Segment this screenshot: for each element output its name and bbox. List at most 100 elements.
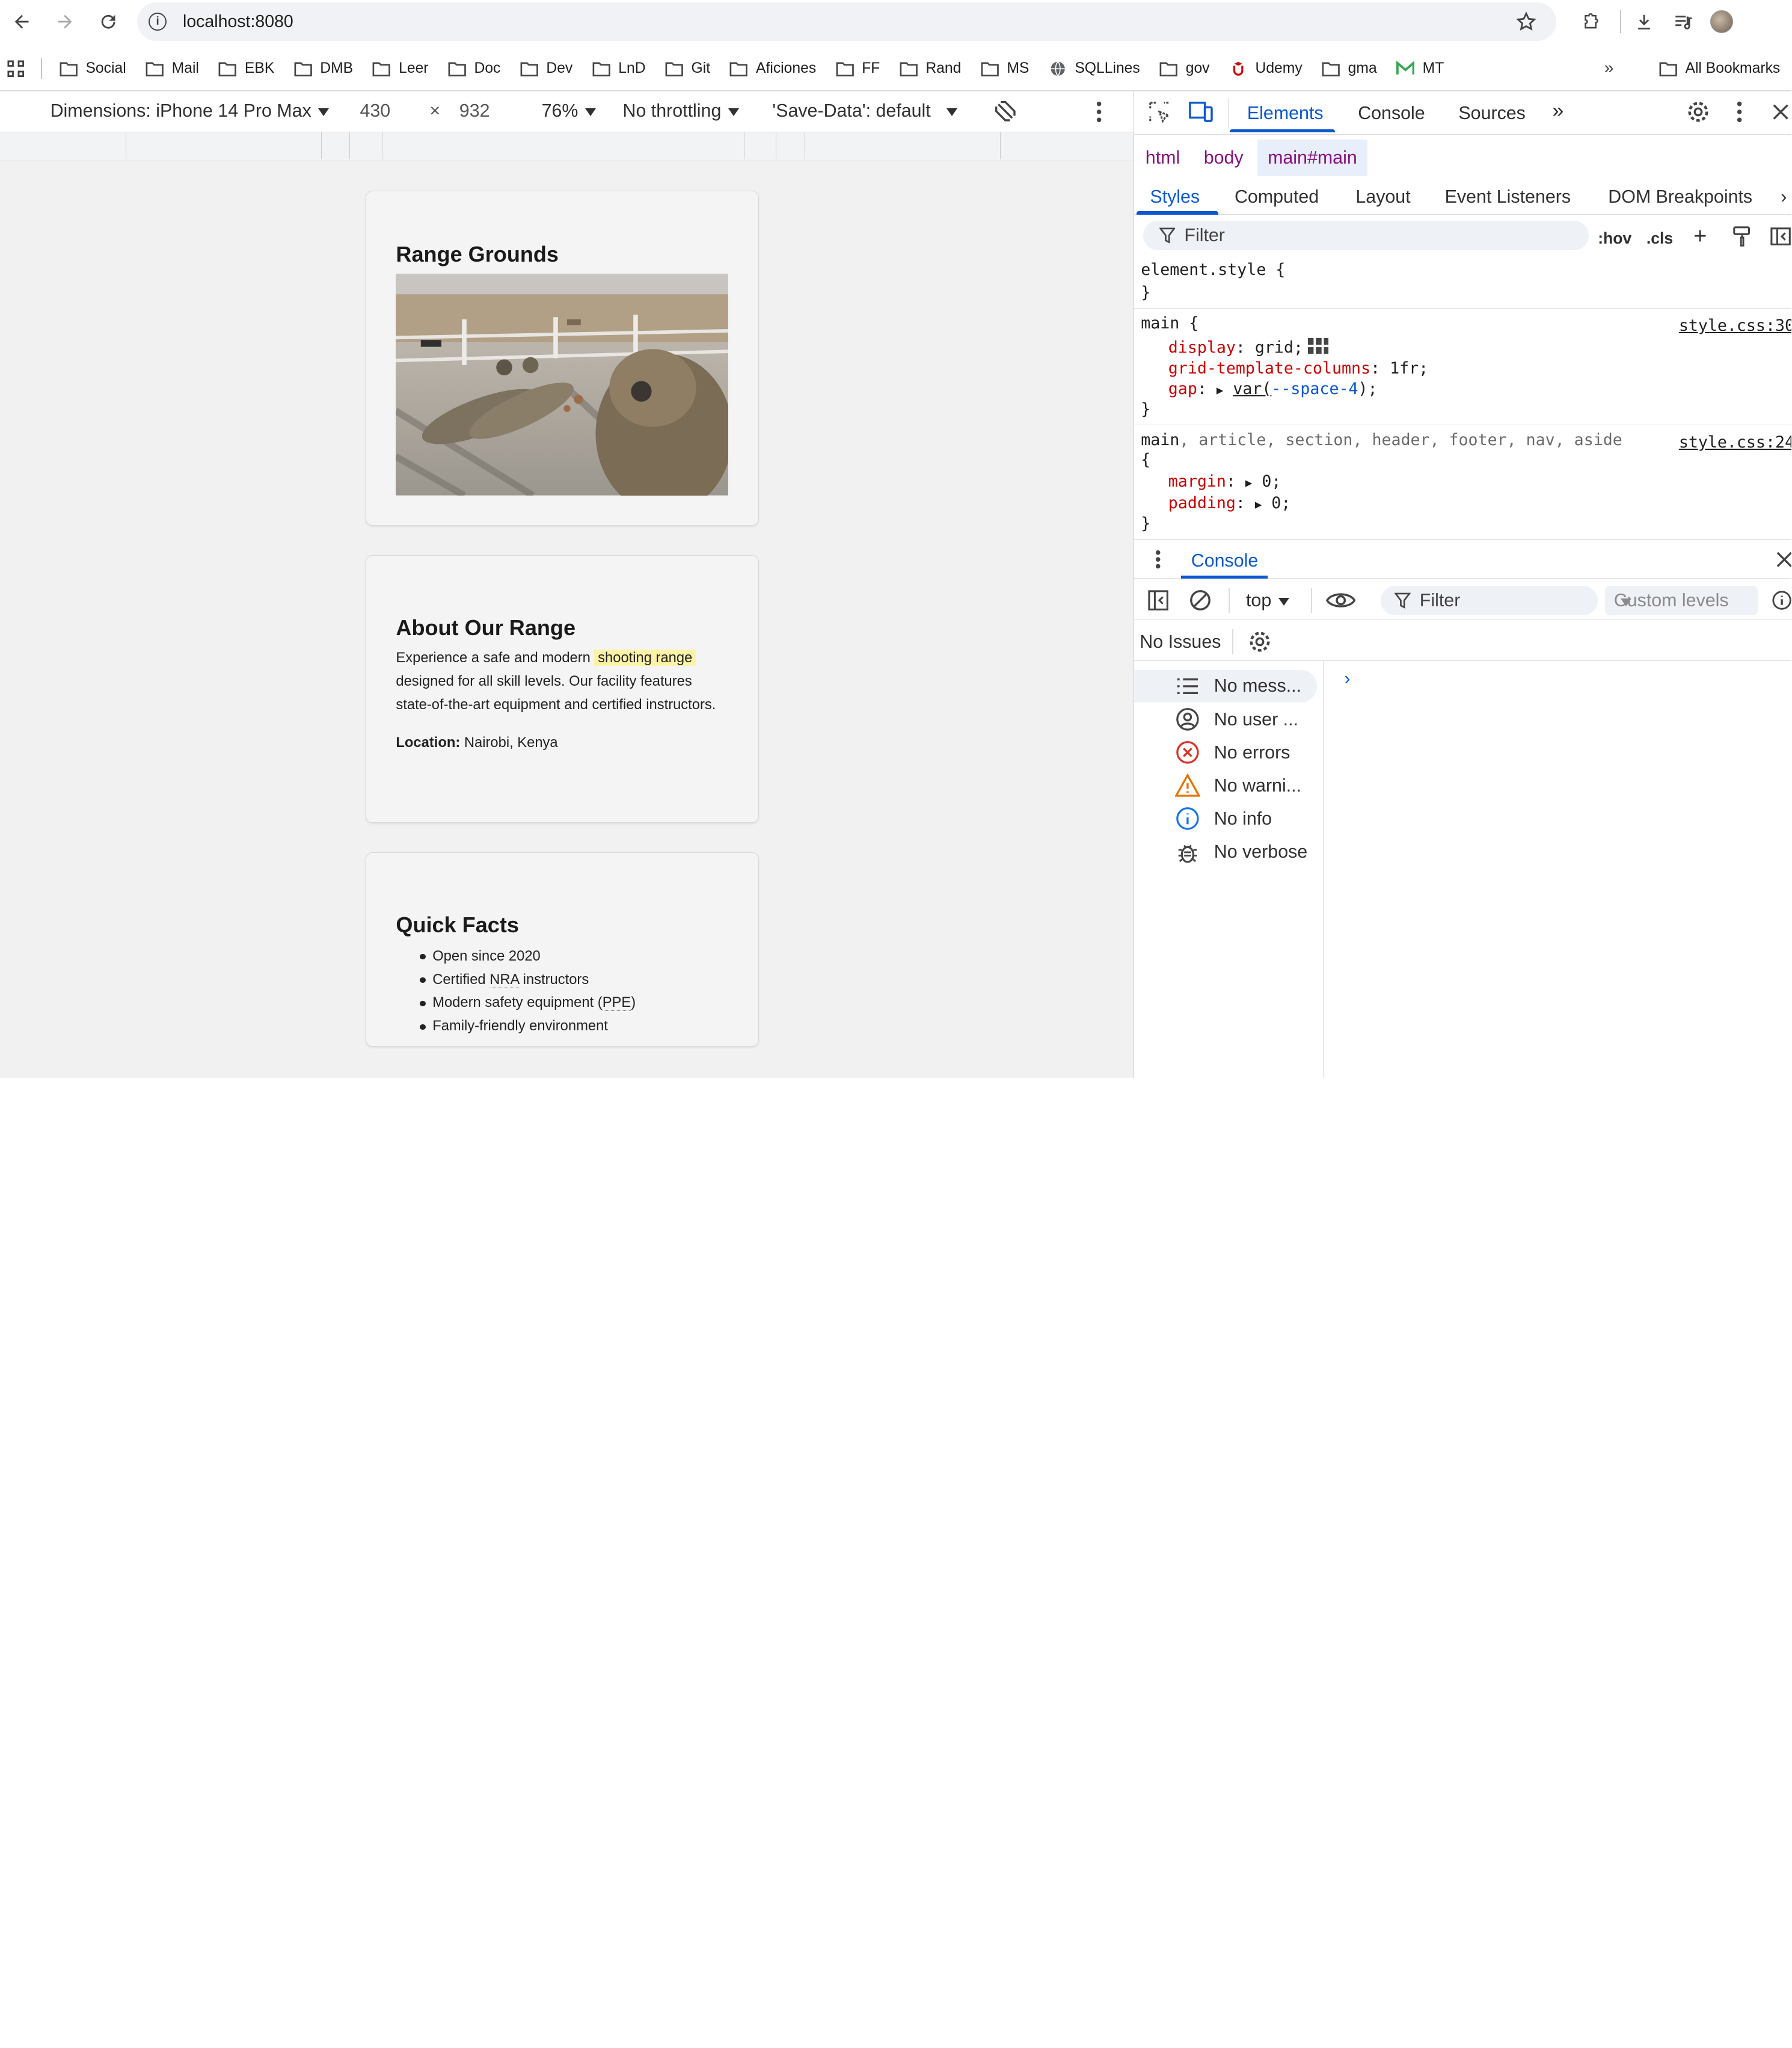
bookmark-leer[interactable]: Leer (362, 52, 437, 84)
css-declaration[interactable]: gap: ▶ var(--space-4); (1168, 380, 1378, 398)
subtab-event-listeners[interactable]: Event Listeners (1445, 186, 1571, 208)
css-variable-link[interactable]: --space-4 (1271, 380, 1358, 398)
device-select[interactable]: Dimensions: iPhone 14 Pro Max (51, 100, 330, 121)
bookmark-git[interactable]: Git (655, 52, 720, 84)
star-icon[interactable] (1515, 10, 1538, 33)
css-declaration[interactable]: margin: ▶ 0; (1168, 472, 1281, 491)
console-filter-input[interactable]: Filter (1381, 585, 1598, 616)
subtab-dom-breakpoints[interactable]: DOM Breakpoints (1608, 186, 1752, 208)
subtab-styles[interactable]: Styles (1150, 186, 1200, 208)
subtab-layout[interactable]: Layout (1355, 186, 1410, 208)
inspect-element-icon[interactable] (1148, 100, 1171, 123)
media-button[interactable] (1667, 0, 1699, 43)
bookmark-dmb[interactable]: DMB (283, 52, 362, 84)
bookmark-social[interactable]: Social (49, 52, 135, 84)
settings-gear-icon[interactable] (1248, 630, 1271, 653)
bookmark-gov[interactable]: gov (1149, 52, 1219, 84)
bookmark-doc[interactable]: Doc (438, 52, 510, 84)
throttling-select[interactable]: No throttling (623, 100, 739, 121)
sidebar-item-messages[interactable]: No mess... (1134, 670, 1317, 703)
more-bookmarks-button[interactable]: » (1604, 48, 1614, 89)
abbreviation[interactable]: PPE (602, 994, 631, 1012)
issues-count[interactable]: No Issues (1140, 632, 1221, 653)
rotate-icon[interactable] (992, 97, 1019, 125)
sidebar-item-errors[interactable]: No errors (1134, 737, 1324, 769)
width-input[interactable]: 430 (360, 100, 391, 121)
all-bookmarks-button[interactable]: All Bookmarks (1659, 48, 1780, 89)
device-toggle-icon[interactable] (1189, 100, 1214, 123)
zoom-select[interactable]: 76% (542, 100, 596, 121)
bookmark-ms[interactable]: MS (971, 52, 1039, 84)
bookmark-mail[interactable]: Mail (135, 52, 208, 84)
css-declaration[interactable]: display: grid; (1168, 337, 1330, 357)
height-input[interactable]: 932 (459, 100, 490, 121)
breadcrumb-main[interactable]: main#main (1257, 139, 1367, 176)
styles-filter-input[interactable]: Filter (1143, 220, 1589, 251)
paint-roller-icon[interactable] (1732, 226, 1752, 247)
hover-state-button[interactable]: :hov (1598, 229, 1631, 247)
log-levels-select[interactable]: Custom levels (1604, 585, 1758, 616)
css-declaration[interactable]: padding: ▶ 0; (1168, 494, 1291, 512)
tab-sources[interactable]: Sources (1458, 103, 1526, 124)
sidebar-item-verbose[interactable]: No verbose (1134, 836, 1324, 868)
address-bar[interactable]: i localhost:8080 (137, 2, 1556, 42)
bookmark-rand[interactable]: Rand (889, 52, 971, 84)
sidebar-item-warnings[interactable]: No warni... (1134, 770, 1324, 802)
bookmark-ebk[interactable]: EBK (208, 52, 283, 84)
close-icon[interactable] (1772, 103, 1790, 121)
url-text: localhost:8080 (182, 11, 293, 31)
info-icon[interactable] (1772, 590, 1791, 610)
drawer-tab-console[interactable]: Console (1191, 550, 1259, 571)
reload-button[interactable] (87, 0, 130, 43)
clear-console-icon[interactable] (1189, 589, 1212, 612)
expand-triangle-icon[interactable]: ▶ (1217, 384, 1223, 397)
class-toggle-button[interactable]: .cls (1646, 229, 1673, 247)
breadcrumb-html[interactable]: html (1146, 147, 1180, 168)
save-data-select[interactable]: 'Save-Data': default (772, 100, 958, 121)
tab-elements[interactable]: Elements (1247, 103, 1324, 124)
expand-triangle-icon[interactable]: ▶ (1245, 476, 1252, 490)
profile-button[interactable] (1706, 0, 1738, 43)
grid-editor-icon[interactable] (1307, 337, 1330, 355)
bookmark-sqllines[interactable]: SQLLines (1039, 52, 1149, 84)
extensions-button[interactable] (1574, 0, 1606, 43)
tab-console[interactable]: Console (1358, 103, 1425, 124)
abbreviation[interactable]: NRA (489, 971, 520, 988)
more-subtabs-chevron-icon[interactable]: › (1781, 186, 1787, 208)
bookmark-gma[interactable]: gma (1312, 52, 1386, 84)
forward-button[interactable] (43, 0, 87, 43)
bookmark-ff[interactable]: FF (825, 52, 889, 84)
sidebar-toggle-icon[interactable] (1770, 226, 1791, 247)
console-prompt[interactable]: › (1344, 668, 1350, 689)
more-tabs-button[interactable]: » (1552, 99, 1563, 123)
bookmark-udemy[interactable]: Udemy (1219, 52, 1312, 84)
sidebar-item-user-messages[interactable]: No user ... (1134, 703, 1324, 735)
css-declaration[interactable]: grid-template-columns: 1fr; (1168, 359, 1428, 378)
sidebar-toggle-icon[interactable] (1147, 590, 1168, 611)
caret-down-icon (947, 108, 958, 116)
bookmark-aficiones[interactable]: Aficiones (719, 52, 825, 84)
sidebar-item-info[interactable]: No info (1134, 803, 1324, 835)
downloads-button[interactable] (1628, 0, 1660, 43)
new-rule-icon[interactable]: + (1693, 224, 1707, 249)
context-select[interactable]: top (1246, 590, 1289, 611)
bookmarks-divider (41, 58, 43, 79)
back-button[interactable] (0, 0, 43, 43)
drawer-menu-icon[interactable] (1155, 549, 1161, 570)
close-icon[interactable] (1776, 552, 1792, 568)
bookmark-mt[interactable]: MT (1386, 52, 1453, 84)
more-vert-icon[interactable] (1735, 100, 1744, 123)
eye-icon[interactable] (1325, 590, 1356, 610)
rule-source-link[interactable]: style.css:24 (1679, 433, 1791, 452)
media-query-bar[interactable] (0, 131, 1134, 161)
apps-button[interactable] (0, 48, 32, 89)
expand-triangle-icon[interactable]: ▶ (1255, 498, 1262, 511)
bookmark-lnd[interactable]: LnD (581, 52, 654, 84)
subtab-computed[interactable]: Computed (1235, 186, 1319, 208)
breadcrumb-body[interactable]: body (1204, 147, 1244, 168)
bookmark-dev[interactable]: Dev (510, 52, 582, 84)
more-vert-icon[interactable] (1094, 100, 1103, 123)
rule-source-link[interactable]: style.css:30 (1679, 316, 1791, 335)
settings-gear-icon[interactable] (1687, 100, 1710, 123)
site-info-icon[interactable]: i (149, 12, 167, 31)
